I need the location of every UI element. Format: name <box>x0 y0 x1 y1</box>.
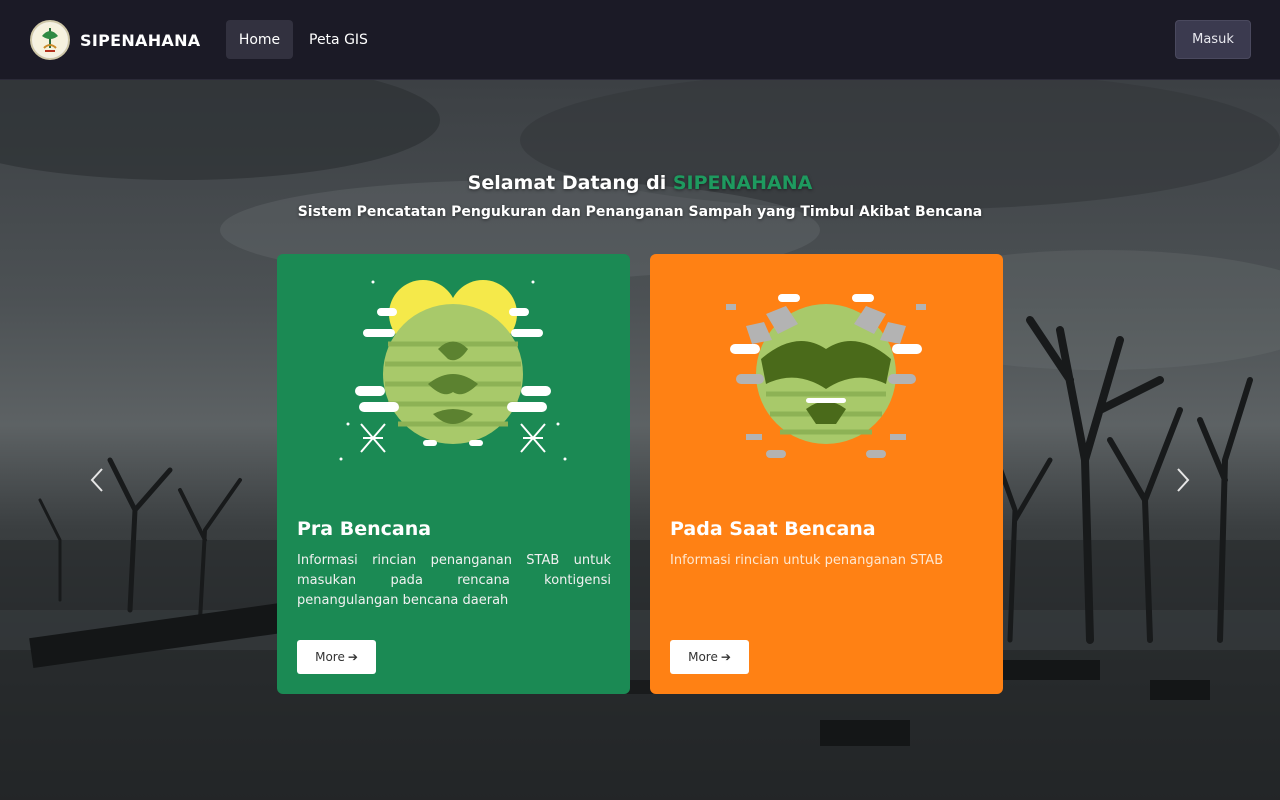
more-button[interactable]: More ➔ <box>297 640 376 674</box>
brand[interactable]: SIPENAHANA <box>30 20 200 60</box>
card-description: Informasi rincian penanganan STAB untuk … <box>297 553 611 608</box>
card-description: Informasi rincian untuk penanganan STAB <box>670 553 944 568</box>
welcome-subtitle: Sistem Pencatatan Pengukuran dan Penanga… <box>297 204 983 220</box>
card-title: Pada Saat Bencana <box>670 518 876 540</box>
more-button[interactable]: More ➔ <box>670 640 749 674</box>
card-title: Pra Bencana <box>297 518 432 540</box>
card-pada-saat-bencana: Pada Saat Bencana Informasi rincian untu… <box>650 254 1003 694</box>
login-button[interactable]: Masuk <box>1175 20 1251 59</box>
more-label: More <box>315 650 345 664</box>
logo-emblem-icon <box>30 20 70 60</box>
more-label: More <box>688 650 718 664</box>
pra-bencana-illustration <box>339 280 567 461</box>
hero-carousel: Selamat Datang di SIPENAHANA Sistem Penc… <box>0 80 1280 800</box>
welcome-accent: SIPENAHANA <box>672 172 813 194</box>
chevron-left-icon <box>90 468 103 492</box>
welcome-heading: Selamat Datang di SIPENAHANA <box>0 172 1280 194</box>
arrow-right-icon: ➔ <box>720 650 731 664</box>
nav-home[interactable]: Home <box>226 20 293 59</box>
welcome-prefix: Selamat Datang di <box>467 172 667 194</box>
nav-peta-gis[interactable]: Peta GIS <box>300 20 377 59</box>
navbar: SIPENAHANA Home Peta GIS Masuk <box>0 0 1280 80</box>
carousel-next[interactable] <box>1168 465 1198 495</box>
chevron-right-icon <box>1177 468 1190 492</box>
brand-name: SIPENAHANA <box>80 30 201 50</box>
pada-saat-bencana-illustration <box>726 294 926 458</box>
carousel-prev[interactable] <box>82 465 112 495</box>
arrow-right-icon: ➔ <box>347 650 358 664</box>
card-pra-bencana: Pra Bencana Informasi rincian penanganan… <box>277 254 630 694</box>
